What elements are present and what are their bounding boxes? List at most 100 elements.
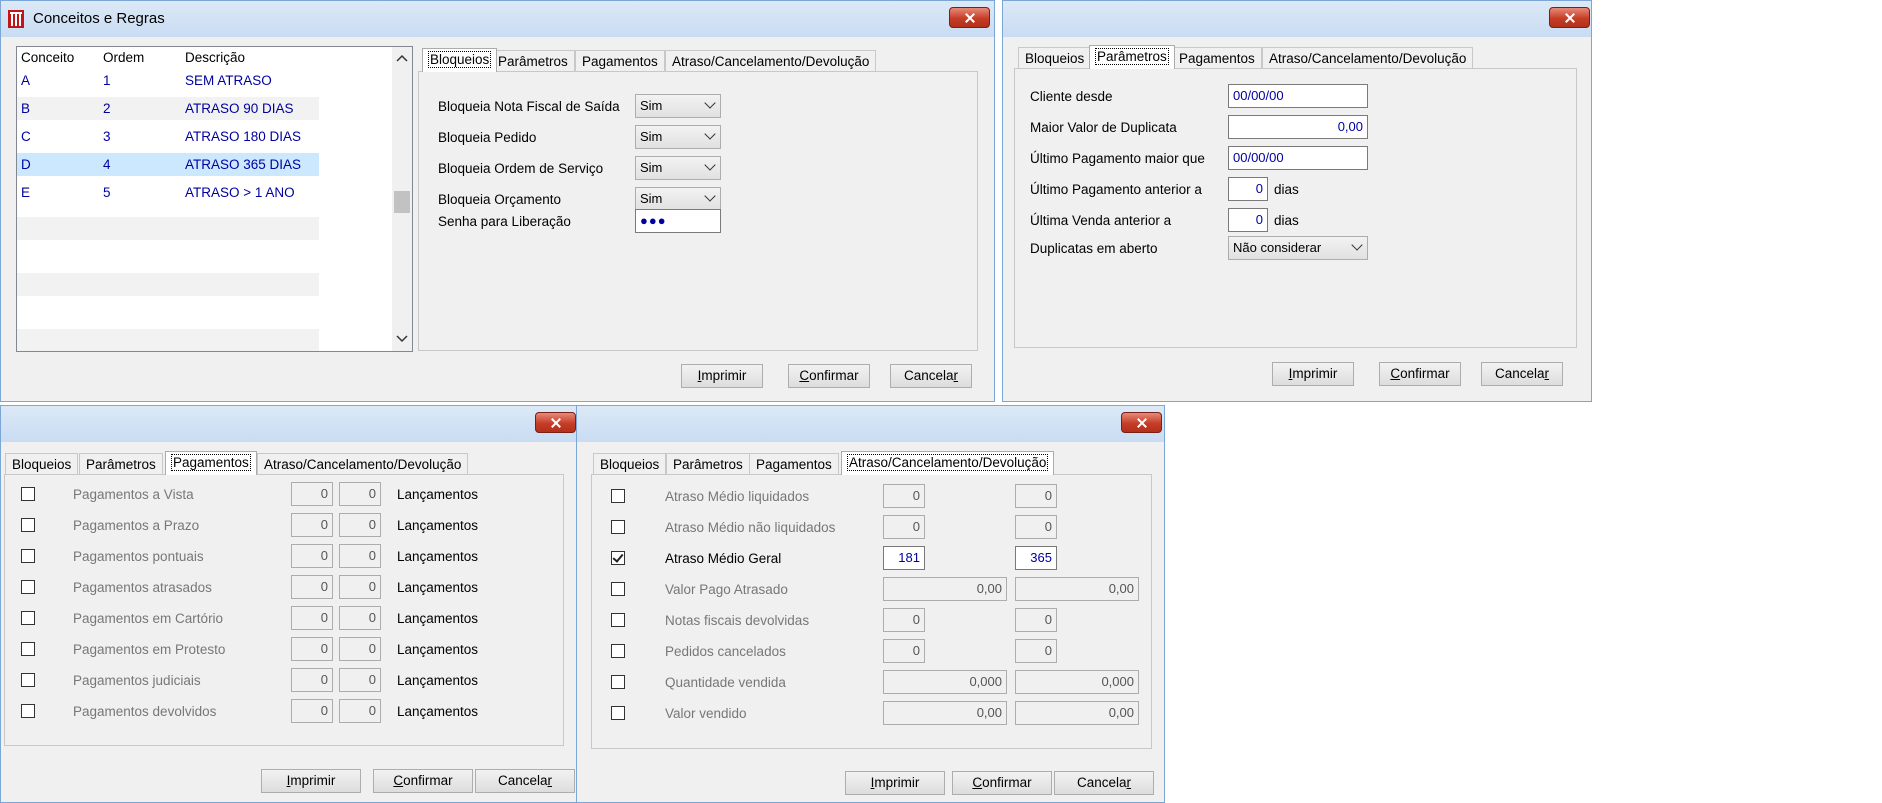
- tab-parametros[interactable]: Parâmetros: [1089, 45, 1175, 69]
- print-button[interactable]: Imprimir: [261, 769, 361, 793]
- cancel-button[interactable]: Cancelar: [475, 769, 575, 793]
- table-row[interactable]: A 1 SEM ATRASO: [17, 69, 319, 92]
- confirm-button[interactable]: Confirmar: [788, 364, 870, 388]
- pagamento-checkbox[interactable]: [21, 611, 35, 625]
- atraso-checkbox[interactable]: [611, 644, 625, 658]
- bloqueio-select[interactable]: Sim: [635, 125, 721, 149]
- atraso-min-input[interactable]: 0: [883, 484, 925, 508]
- cancel-button[interactable]: Cancelar: [1054, 771, 1154, 795]
- tab-pagamentos[interactable]: Pagamentos: [165, 451, 257, 475]
- duplicatas-select[interactable]: Não considerar: [1228, 236, 1368, 260]
- tab-parametros[interactable]: Parâmetros: [666, 453, 750, 475]
- parametro-input[interactable]: 00/00/00: [1228, 84, 1368, 108]
- pagamento-checkbox[interactable]: [21, 549, 35, 563]
- atraso-checkbox[interactable]: [611, 613, 625, 627]
- bloqueio-select[interactable]: Sim: [635, 187, 721, 211]
- chevron-up-icon[interactable]: [396, 54, 408, 62]
- tab-parametros[interactable]: Parâmetros: [491, 50, 575, 72]
- close-icon[interactable]: [1121, 412, 1162, 433]
- pagamento-min-input[interactable]: 0: [291, 575, 333, 599]
- pagamento-max-input[interactable]: 0: [339, 575, 381, 599]
- close-icon[interactable]: [535, 412, 576, 433]
- password-field[interactable]: ●●●: [635, 209, 721, 233]
- vertical-scrollbar[interactable]: [392, 47, 412, 351]
- pagamento-min-input[interactable]: 0: [291, 699, 333, 723]
- close-icon[interactable]: [1549, 7, 1590, 28]
- print-button[interactable]: Imprimir: [845, 771, 945, 795]
- table-row[interactable]: B 2 ATRASO 90 DIAS: [17, 97, 319, 120]
- pagamento-min-input[interactable]: 0: [291, 606, 333, 630]
- pagamento-checkbox[interactable]: [21, 704, 35, 718]
- tab-bloqueios[interactable]: Bloqueios: [593, 453, 667, 475]
- tab-bloqueios[interactable]: Bloqueios: [1018, 47, 1092, 69]
- pagamento-checkbox[interactable]: [21, 580, 35, 594]
- column-header-conceito[interactable]: Conceito: [21, 47, 74, 69]
- pagamento-min-input[interactable]: 0: [291, 482, 333, 506]
- scrollbar-thumb[interactable]: [394, 191, 410, 213]
- cancel-button[interactable]: Cancelar: [1481, 362, 1563, 386]
- pagamento-max-input[interactable]: 0: [339, 699, 381, 723]
- pagamento-min-input[interactable]: 0: [291, 513, 333, 537]
- parametro-input[interactable]: 0: [1228, 177, 1268, 201]
- tab-bloqueios[interactable]: Bloqueios: [5, 453, 79, 475]
- atraso-max-input[interactable]: 0,00: [1015, 701, 1139, 725]
- pagamento-max-input[interactable]: 0: [339, 668, 381, 692]
- bloqueio-select[interactable]: Sim: [635, 94, 721, 118]
- confirm-button[interactable]: Confirmar: [952, 771, 1052, 795]
- atraso-checkbox[interactable]: [611, 706, 625, 720]
- atraso-min-input[interactable]: 0: [883, 639, 925, 663]
- tab-atraso[interactable]: Atraso/Cancelamento/Devolução: [841, 451, 1055, 475]
- pagamento-max-input[interactable]: 0: [339, 606, 381, 630]
- atraso-min-input[interactable]: 0: [883, 515, 925, 539]
- bloqueio-select[interactable]: Sim: [635, 156, 721, 180]
- confirm-button[interactable]: Confirmar: [1379, 362, 1461, 386]
- table-row[interactable]: E 5 ATRASO > 1 ANO: [17, 181, 319, 204]
- column-header-ordem[interactable]: Ordem: [103, 47, 144, 69]
- atraso-checkbox[interactable]: [611, 520, 625, 534]
- atraso-min-input[interactable]: 181: [883, 546, 925, 570]
- atraso-max-input[interactable]: 0,00: [1015, 577, 1139, 601]
- tab-atraso[interactable]: Atraso/Cancelamento/Devolução: [665, 50, 877, 72]
- cancel-button[interactable]: Cancelar: [890, 364, 972, 388]
- pagamento-checkbox[interactable]: [21, 673, 35, 687]
- pagamento-checkbox[interactable]: [21, 518, 35, 532]
- print-button[interactable]: Imprimir: [681, 364, 763, 388]
- tab-bloqueios[interactable]: Bloqueios: [422, 48, 498, 72]
- pagamento-min-input[interactable]: 0: [291, 668, 333, 692]
- pagamento-max-input[interactable]: 0: [339, 513, 381, 537]
- atraso-max-input[interactable]: 365: [1015, 546, 1057, 570]
- pagamento-checkbox[interactable]: [21, 642, 35, 656]
- atraso-max-input[interactable]: 0: [1015, 639, 1057, 663]
- tab-atraso[interactable]: Atraso/Cancelamento/Devolução: [1262, 47, 1474, 69]
- atraso-min-input[interactable]: 0,000: [883, 670, 1007, 694]
- atraso-max-input[interactable]: 0: [1015, 484, 1057, 508]
- conceitos-grid[interactable]: Conceito Ordem Descrição A 1 SEM ATRASO B 2 A…: [16, 46, 413, 352]
- pagamento-checkbox[interactable]: [21, 487, 35, 501]
- table-row[interactable]: C 3 ATRASO 180 DIAS: [17, 125, 319, 148]
- atraso-max-input[interactable]: 0: [1015, 608, 1057, 632]
- table-row[interactable]: D 4 ATRASO 365 DIAS: [17, 153, 319, 176]
- atraso-checkbox[interactable]: [611, 489, 625, 503]
- parametro-input[interactable]: 0,00: [1228, 115, 1368, 139]
- atraso-checkbox[interactable]: [611, 582, 625, 596]
- atraso-max-input[interactable]: 0: [1015, 515, 1057, 539]
- tab-pagamentos[interactable]: Pagamentos: [1172, 47, 1262, 69]
- atraso-checkbox[interactable]: [611, 551, 625, 565]
- close-icon[interactable]: [949, 7, 990, 28]
- pagamento-min-input[interactable]: 0: [291, 544, 333, 568]
- pagamento-max-input[interactable]: 0: [339, 482, 381, 506]
- parametro-input[interactable]: 0: [1228, 208, 1268, 232]
- confirm-button[interactable]: Confirmar: [373, 769, 473, 793]
- atraso-checkbox[interactable]: [611, 675, 625, 689]
- chevron-down-icon[interactable]: [396, 335, 408, 343]
- atraso-min-input[interactable]: 0,00: [883, 701, 1007, 725]
- pagamento-min-input[interactable]: 0: [291, 637, 333, 661]
- column-header-descricao[interactable]: Descrição: [185, 47, 245, 69]
- atraso-max-input[interactable]: 0,000: [1015, 670, 1139, 694]
- parametro-input[interactable]: 00/00/00: [1228, 146, 1368, 170]
- tab-atraso[interactable]: Atraso/Cancelamento/Devolução: [257, 453, 469, 475]
- print-button[interactable]: Imprimir: [1272, 362, 1354, 386]
- atraso-min-input[interactable]: 0: [883, 608, 925, 632]
- tab-pagamentos[interactable]: Pagamentos: [575, 50, 665, 72]
- pagamento-max-input[interactable]: 0: [339, 544, 381, 568]
